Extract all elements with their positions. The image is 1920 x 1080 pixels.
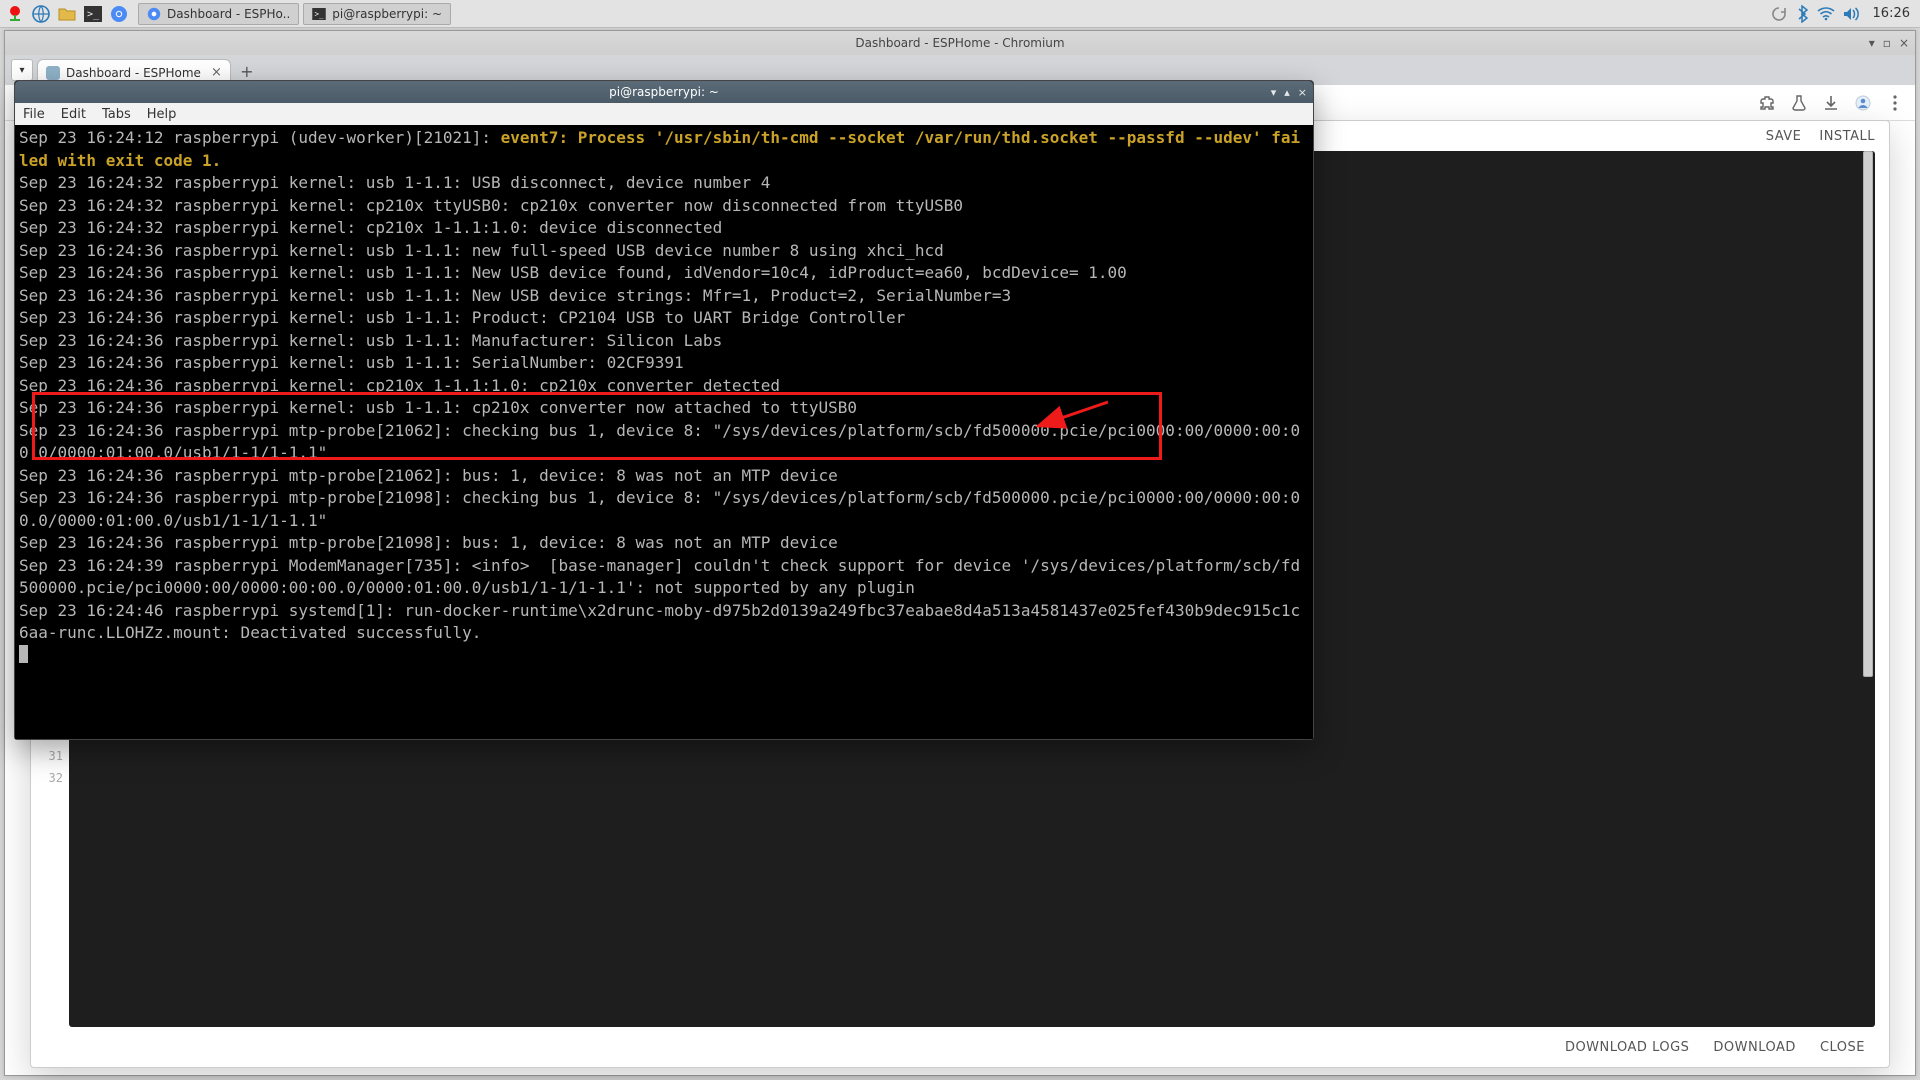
labs-icon[interactable] <box>1787 91 1811 115</box>
tasklist: Dashboard - ESPHo.. >_ pi@raspberrypi: ~ <box>138 3 455 25</box>
task-label: pi@raspberrypi: ~ <box>332 7 442 21</box>
tab-close-icon[interactable]: × <box>207 65 222 80</box>
menu-tabs[interactable]: Tabs <box>102 107 131 122</box>
minimize-icon[interactable]: ▾ <box>1271 86 1277 99</box>
svg-text:>_: >_ <box>87 9 100 20</box>
terminal-titlebar[interactable]: pi@raspberrypi: ~ ▾ ▴ × <box>15 81 1313 103</box>
task-chromium[interactable]: Dashboard - ESPHo.. <box>138 3 299 25</box>
chromium-icon[interactable] <box>106 1 132 27</box>
taskbar: >_ Dashboard - ESPHo.. >_ pi@raspberrypi… <box>0 0 1920 28</box>
profile-icon[interactable] <box>1851 91 1875 115</box>
install-button[interactable]: INSTALL <box>1819 129 1875 144</box>
tab-title: Dashboard - ESPHome <box>66 66 201 80</box>
downloads-icon[interactable] <box>1819 91 1843 115</box>
launcher-area: >_ <box>0 1 132 27</box>
kebab-menu-icon[interactable] <box>1883 91 1907 115</box>
download-logs-button[interactable]: DOWNLOAD LOGS <box>1565 1040 1689 1055</box>
maximize-icon[interactable]: ▴ <box>1284 86 1290 99</box>
application-menu-icon[interactable] <box>2 1 28 27</box>
menu-file[interactable]: File <box>23 107 45 122</box>
menu-edit[interactable]: Edit <box>61 107 86 122</box>
svg-text:>_: >_ <box>315 9 325 18</box>
save-button[interactable]: SAVE <box>1766 129 1802 144</box>
system-tray: 16:26 <box>1771 5 1920 23</box>
terminal-menubar: File Edit Tabs Help <box>15 103 1313 125</box>
browser-window-controls: ▾ ▫ × <box>1869 36 1909 50</box>
maximize-icon[interactable]: ▫ <box>1883 36 1891 50</box>
volume-icon[interactable] <box>1843 7 1861 21</box>
file-manager-icon[interactable] <box>54 1 80 27</box>
dialog-footer: DOWNLOAD LOGS DOWNLOAD CLOSE <box>31 1027 1889 1067</box>
download-button[interactable]: DOWNLOAD <box>1713 1040 1796 1055</box>
terminal-window-controls: ▾ ▴ × <box>1271 86 1307 99</box>
terminal-title: pi@raspberrypi: ~ <box>609 85 719 99</box>
close-button[interactable]: CLOSE <box>1820 1040 1865 1055</box>
close-icon[interactable]: × <box>1298 86 1307 99</box>
favicon-icon <box>46 66 60 80</box>
wifi-icon[interactable] <box>1817 7 1835 21</box>
terminal-launcher-icon[interactable]: >_ <box>80 1 106 27</box>
task-label: Dashboard - ESPHo.. <box>167 7 290 21</box>
scrollbar[interactable] <box>1863 151 1873 677</box>
terminal-window: pi@raspberrypi: ~ ▾ ▴ × File Edit Tabs H… <box>14 80 1314 740</box>
bluetooth-icon[interactable] <box>1795 5 1809 23</box>
browser-window-title: Dashboard - ESPHome - Chromium <box>855 36 1064 50</box>
updates-icon[interactable] <box>1771 6 1787 22</box>
task-terminal[interactable]: >_ pi@raspberrypi: ~ <box>303 3 451 25</box>
minimize-icon[interactable]: ▾ <box>1869 36 1875 50</box>
clock[interactable]: 16:26 <box>1869 6 1910 21</box>
web-browser-icon[interactable] <box>28 1 54 27</box>
tab-search-button[interactable]: ▾ <box>11 59 33 81</box>
menu-help[interactable]: Help <box>147 107 177 122</box>
extensions-icon[interactable] <box>1755 91 1779 115</box>
browser-titlebar[interactable]: Dashboard - ESPHome - Chromium ▾ ▫ × <box>5 31 1915 55</box>
terminal-content[interactable]: Sep 23 16:24:12 raspberrypi (udev-worker… <box>15 125 1313 739</box>
close-icon[interactable]: × <box>1899 36 1909 50</box>
